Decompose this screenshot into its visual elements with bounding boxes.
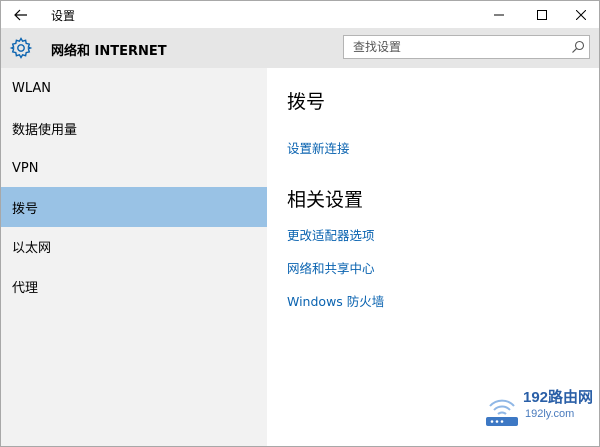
settings-window: 设置 网络和 INTERNET 查找设置 WLAN 数据使用量 VPN 拨号 以… — [0, 0, 600, 447]
section-title-related-settings: 相关设置 — [287, 189, 364, 211]
gear-icon — [9, 37, 33, 59]
watermark-brand: 192路由网 — [523, 389, 594, 406]
network-sharing-center-link[interactable]: 网络和共享中心 — [287, 258, 375, 277]
close-icon — [576, 9, 586, 20]
sidebar-item-label: WLAN — [12, 80, 52, 96]
settings-header: 网络和 INTERNET — [1, 28, 599, 68]
title-bar: 设置 — [1, 1, 599, 28]
new-connection-link[interactable]: 设置新连接 — [287, 138, 350, 157]
sidebar-item-ethernet[interactable]: 以太网 — [1, 226, 267, 266]
watermark: 192路由网 192ly.com — [479, 384, 597, 436]
sidebar-item-wlan[interactable]: WLAN — [1, 68, 267, 108]
back-arrow-icon — [14, 9, 27, 20]
page-title: 网络和 INTERNET — [51, 44, 167, 59]
sidebar-item-proxy[interactable]: 代理 — [1, 266, 267, 306]
search-input[interactable] — [344, 36, 564, 58]
adapter-options-link[interactable]: 更改适配器选项 — [287, 225, 375, 244]
minimize-icon — [494, 14, 504, 15]
close-button[interactable] — [564, 1, 598, 28]
minimize-button[interactable] — [482, 1, 516, 28]
sidebar-item-dialup[interactable]: 拨号 — [1, 187, 267, 227]
sidebar-item-label: VPN — [12, 160, 39, 176]
section-title-dialup: 拨号 — [287, 91, 326, 113]
watermark-domain: 192ly.com — [525, 408, 575, 420]
sidebar-item-data-usage[interactable]: 数据使用量 — [1, 108, 267, 148]
window-title: 设置 — [51, 9, 76, 23]
back-button[interactable] — [1, 1, 41, 28]
sidebar-item-label: 拨号 — [12, 201, 39, 217]
maximize-button[interactable] — [525, 1, 559, 28]
sidebar-item-vpn[interactable]: VPN — [1, 148, 267, 188]
search-box[interactable] — [343, 35, 590, 59]
sidebar: WLAN 数据使用量 VPN 拨号 以太网 代理 — [1, 68, 267, 446]
router-wifi-icon — [486, 399, 518, 426]
sidebar-item-label: 以太网 — [12, 240, 52, 256]
sidebar-item-label: 数据使用量 — [12, 122, 78, 138]
sidebar-item-label: 代理 — [12, 280, 39, 296]
search-icon[interactable] — [571, 40, 585, 54]
maximize-icon — [537, 9, 547, 20]
windows-firewall-link[interactable]: Windows 防火墙 — [287, 291, 384, 310]
